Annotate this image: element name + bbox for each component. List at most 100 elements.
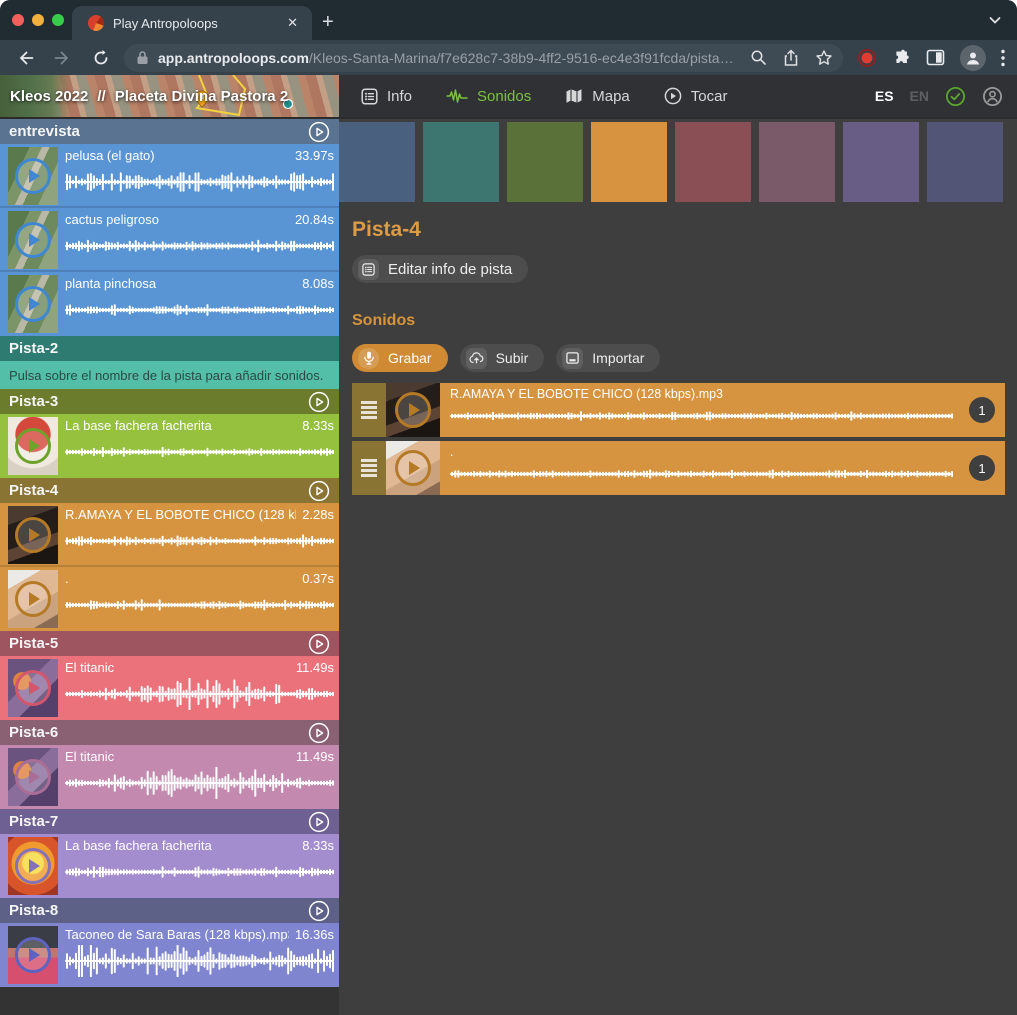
track-header[interactable]: Pista-2	[0, 336, 339, 361]
extensions-puzzle-icon[interactable]	[892, 48, 911, 67]
track-play-button[interactable]	[308, 633, 330, 655]
sound-play-icon[interactable]	[15, 581, 51, 617]
sound-name: La base fachera facherita	[65, 838, 296, 854]
track-header[interactable]: Pista-7	[0, 809, 339, 834]
sound-play-icon[interactable]	[15, 848, 51, 884]
minimize-window-icon[interactable]	[32, 14, 44, 26]
sound-play-icon[interactable]	[15, 937, 51, 973]
sound-play-icon[interactable]	[15, 158, 51, 194]
track-section: Pista-5 El titanic11.49s	[0, 631, 339, 720]
sound-item[interactable]: La base fachera facherita8.33s	[0, 834, 339, 898]
account-icon[interactable]	[982, 86, 1003, 107]
sound-play-icon[interactable]	[395, 450, 431, 486]
sound-item[interactable]: El titanic11.49s	[0, 745, 339, 809]
track-header[interactable]: Pista-5	[0, 631, 339, 656]
reload-button[interactable]	[92, 49, 110, 67]
nav-tocar[interactable]: Tocar	[664, 87, 728, 105]
import-button[interactable]: Importar	[556, 344, 660, 372]
track-name[interactable]: Pista-7	[9, 813, 308, 830]
track-square[interactable]	[759, 122, 835, 202]
sound-item[interactable]: cactus peligroso20.84s	[0, 208, 339, 272]
nav-mapa[interactable]: Mapa	[565, 88, 630, 105]
track-play-button[interactable]	[308, 480, 330, 502]
track-play-button[interactable]	[308, 121, 330, 143]
project-map-banner[interactable]: Kleos 2022 // Placeta Divina Pastora 2	[0, 75, 339, 117]
side-panel-icon[interactable]	[926, 48, 945, 67]
track-name[interactable]: Pista-5	[9, 635, 308, 652]
sound-play-icon[interactable]	[15, 222, 51, 258]
sound-play-icon[interactable]	[15, 670, 51, 706]
upload-button[interactable]: Subir	[460, 344, 545, 372]
sound-item[interactable]: El titanic11.49s	[0, 656, 339, 720]
language-en[interactable]: EN	[910, 88, 929, 104]
browser-tab[interactable]: Play Antropoloops ✕	[72, 6, 312, 40]
track-header[interactable]: entrevista	[0, 119, 339, 144]
track-square[interactable]	[339, 122, 415, 202]
sound-item[interactable]: La base fachera facherita8.33s	[0, 414, 339, 478]
sound-play-icon[interactable]	[15, 759, 51, 795]
track-play-button[interactable]	[308, 391, 330, 413]
record-extension-icon[interactable]	[857, 48, 877, 68]
track-square[interactable]	[675, 122, 751, 202]
track-name[interactable]: Pista-8	[9, 902, 308, 919]
sound-item[interactable]: .0.37s	[0, 567, 339, 631]
sound-item[interactable]: R.AMAYA Y EL BOBOTE CHICO (128 kbps)....…	[0, 503, 339, 567]
track-sound-row[interactable]: .1	[352, 441, 1005, 495]
zoom-window-icon[interactable]	[52, 14, 64, 26]
play-icon	[664, 87, 682, 105]
browser-menu-kebab-icon[interactable]	[1001, 49, 1005, 67]
track-square[interactable]	[507, 122, 583, 202]
tab-search-chevron-icon[interactable]	[987, 12, 1003, 28]
close-window-icon[interactable]	[12, 14, 24, 26]
track-name[interactable]: Pista-2	[9, 340, 330, 357]
sidebar-track-list: entrevistapelusa (el gato)33.97scactus p…	[0, 117, 339, 1015]
address-bar[interactable]: app.antropoloops.com/Kleos-Santa-Marina/…	[124, 44, 843, 72]
track-play-button[interactable]	[308, 900, 330, 922]
browser-profile-avatar[interactable]	[960, 45, 986, 71]
breadcrumb-project[interactable]: Kleos 2022	[10, 88, 88, 105]
track-name[interactable]: entrevista	[9, 123, 308, 140]
track-square[interactable]	[423, 122, 499, 202]
tab-close-icon[interactable]: ✕	[283, 13, 302, 33]
track-name[interactable]: Pista-3	[9, 393, 308, 410]
track-square[interactable]	[591, 122, 667, 202]
edit-track-info-button[interactable]: Editar info de pista	[352, 255, 528, 283]
back-button[interactable]	[16, 49, 34, 67]
breadcrumb-remix[interactable]: Placeta Divina Pastora 2	[115, 88, 288, 105]
sound-thumbnail	[8, 275, 58, 333]
sound-item[interactable]: pelusa (el gato)33.97s	[0, 144, 339, 208]
track-play-button[interactable]	[308, 811, 330, 833]
sound-play-icon[interactable]	[15, 517, 51, 553]
track-sound-row[interactable]: R.AMAYA Y EL BOBOTE CHICO (128 kbps).mp3…	[352, 383, 1005, 437]
window-controls[interactable]	[12, 14, 64, 26]
track-section: Pista-2Pulsa sobre el nombre de la pista…	[0, 336, 339, 389]
track-header[interactable]: Pista-4	[0, 478, 339, 503]
track-square[interactable]	[927, 122, 1003, 202]
sound-play-icon[interactable]	[395, 392, 431, 428]
record-button[interactable]: Grabar	[352, 344, 448, 372]
share-icon[interactable]	[783, 49, 799, 67]
new-tab-button[interactable]: +	[322, 9, 334, 35]
bookmark-star-icon[interactable]	[815, 49, 833, 67]
track-name[interactable]: Pista-6	[9, 724, 308, 741]
sound-item[interactable]: planta pinchosa8.08s	[0, 272, 339, 336]
track-square[interactable]	[843, 122, 919, 202]
track-name[interactable]: Pista-4	[9, 482, 308, 499]
sound-play-icon[interactable]	[15, 428, 51, 464]
track-play-button[interactable]	[308, 722, 330, 744]
sound-name: cactus peligroso	[65, 212, 289, 228]
drag-handle-icon[interactable]	[352, 383, 386, 437]
track-header[interactable]: Pista-8	[0, 898, 339, 923]
zoom-page-icon[interactable]	[750, 49, 767, 66]
nav-info[interactable]: Info	[361, 88, 412, 105]
sound-name: R.AMAYA Y EL BOBOTE CHICO (128 kbps)....	[65, 507, 296, 523]
track-header[interactable]: Pista-6	[0, 720, 339, 745]
sound-item[interactable]: Taconeo de Sara Baras (128 kbps).mp316.3…	[0, 923, 339, 987]
drag-handle-icon[interactable]	[352, 441, 386, 495]
nav-sonidos[interactable]: Sonidos	[446, 88, 531, 105]
language-es[interactable]: ES	[875, 88, 894, 104]
sound-play-icon[interactable]	[15, 286, 51, 322]
sound-duration: 8.33s	[302, 418, 334, 434]
forward-button[interactable]	[54, 49, 72, 67]
track-header[interactable]: Pista-3	[0, 389, 339, 414]
